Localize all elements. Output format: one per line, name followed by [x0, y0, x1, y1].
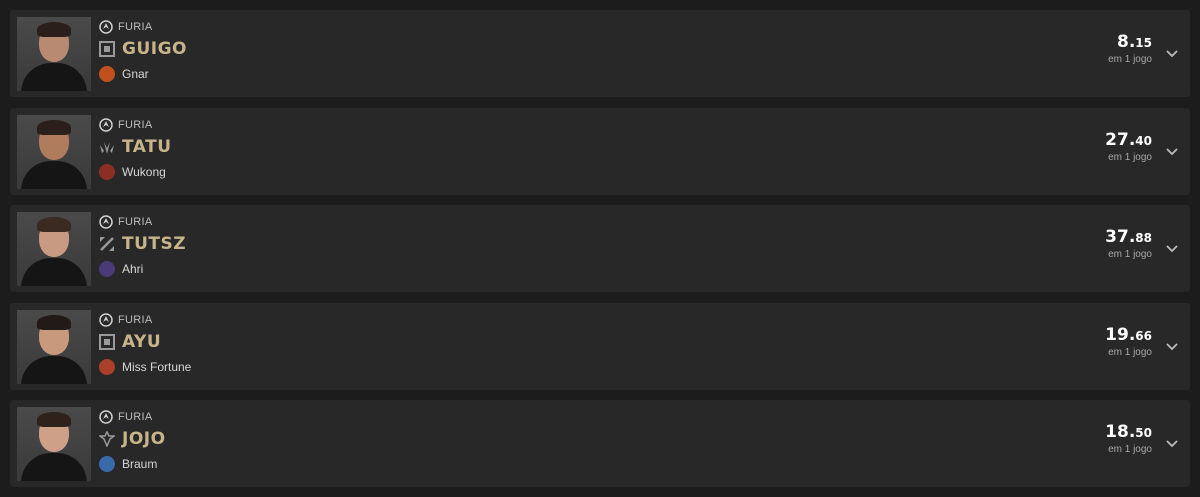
player-photo: [17, 212, 91, 286]
score-integer: 18.: [1105, 422, 1136, 442]
player-name: JOJO: [122, 429, 166, 449]
team-name: FURIA: [118, 21, 153, 33]
top-lane-icon: [99, 41, 115, 57]
player-name: TUTSZ: [122, 234, 187, 254]
jungle-icon: [100, 142, 114, 154]
player-card[interactable]: FURIA TUTSZ Ahri 37.88 em 1 jogo: [10, 205, 1190, 292]
champion-icon: [99, 261, 115, 277]
team-name: FURIA: [118, 216, 153, 228]
player-name: AYU: [122, 332, 162, 352]
support-icon: [99, 431, 115, 447]
chevron-down-icon[interactable]: [1162, 43, 1182, 63]
games-count: em 1 jogo: [1108, 444, 1152, 455]
score-decimal: 40: [1135, 134, 1152, 148]
player-card[interactable]: FURIA JOJO Braum 18.50 em 1 jogo: [10, 400, 1190, 487]
player-name: GUIGO: [122, 39, 187, 59]
furia-logo-icon: [99, 313, 113, 327]
games-count: em 1 jogo: [1108, 152, 1152, 163]
score-integer: 37.: [1105, 227, 1136, 247]
chevron-down-icon[interactable]: [1162, 433, 1182, 453]
player-photo: [17, 407, 91, 481]
score: 27.40 em 1 jogo: [1105, 131, 1152, 163]
games-count: em 1 jogo: [1108, 347, 1152, 358]
score-integer: 19.: [1105, 325, 1136, 345]
champion-name: Braum: [122, 457, 158, 471]
player-photo: [17, 115, 91, 189]
score: 8.15 em 1 jogo: [1108, 33, 1152, 65]
score: 37.88 em 1 jogo: [1105, 228, 1152, 260]
champion-icon: [99, 359, 115, 375]
furia-logo-icon: [99, 118, 113, 132]
player-photo: [17, 17, 91, 91]
champion-icon: [99, 66, 115, 82]
games-count: em 1 jogo: [1108, 54, 1152, 65]
champion-name: Miss Fortune: [122, 360, 192, 374]
score-integer: 8.: [1117, 32, 1136, 52]
furia-logo-icon: [99, 20, 113, 34]
chevron-down-icon[interactable]: [1162, 141, 1182, 161]
bot-lane-icon: [99, 334, 115, 350]
chevron-down-icon[interactable]: [1162, 336, 1182, 356]
mid-lane-icon: [100, 237, 114, 251]
score-decimal: 66: [1135, 329, 1152, 343]
score-integer: 27.: [1105, 130, 1136, 150]
player-card[interactable]: FURIA TATU Wukong 27.40 em 1 jogo: [10, 108, 1190, 195]
score: 18.50 em 1 jogo: [1105, 423, 1152, 455]
player-photo: [17, 310, 91, 384]
furia-logo-icon: [99, 215, 113, 229]
team-name: FURIA: [118, 314, 153, 326]
player-card[interactable]: FURIA AYU Miss Fortune 19.66 em 1 jogo: [10, 303, 1190, 390]
games-count: em 1 jogo: [1108, 249, 1152, 260]
score-decimal: 88: [1135, 231, 1152, 245]
team-name: FURIA: [118, 119, 153, 131]
player-list: FURIA GUIGO Gnar 8.15 em 1 jogo FURIA TA…: [0, 0, 1200, 497]
champion-name: Ahri: [122, 262, 144, 276]
furia-logo-icon: [99, 410, 113, 424]
score-decimal: 50: [1135, 426, 1152, 440]
champion-icon: [99, 456, 115, 472]
score: 19.66 em 1 jogo: [1105, 326, 1152, 358]
champion-name: Wukong: [122, 165, 166, 179]
champion-name: Gnar: [122, 67, 149, 81]
score-decimal: 15: [1135, 36, 1152, 50]
team-name: FURIA: [118, 411, 153, 423]
player-card[interactable]: FURIA GUIGO Gnar 8.15 em 1 jogo: [10, 10, 1190, 97]
player-name: TATU: [122, 137, 172, 157]
chevron-down-icon[interactable]: [1162, 238, 1182, 258]
champion-icon: [99, 164, 115, 180]
